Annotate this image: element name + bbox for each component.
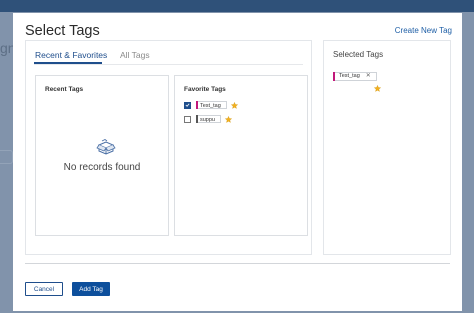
empty-box-icon [96,139,116,155]
tag-color-stripe [333,72,335,81]
tag-browser-panel: Recent & Favorites All Tags Recent Tags … [25,40,312,255]
star-icon[interactable] [225,115,232,123]
select-tags-modal: Select Tags Create New Tag Recent & Favo… [13,13,462,311]
add-tag-button[interactable]: Add Tag [72,282,110,296]
check-icon [185,103,190,107]
tag-checkbox[interactable] [184,101,191,109]
cancel-button[interactable]: Cancel [25,282,63,296]
favorite-tags-title: Favorite Tags [184,86,226,93]
remove-tag-icon[interactable]: ✕ [366,72,371,81]
tag-label: suppu [200,117,215,123]
tag-label: Test_tag [200,103,221,109]
tag-chip: Test_tag [196,101,227,109]
empty-state-text: No records found [63,162,141,173]
star-icon[interactable] [230,101,238,109]
background-control-fragment [0,150,13,164]
favorite-tag-row[interactable]: Test_tag [184,100,238,110]
modal-title: Select Tags [25,23,100,39]
star-icon[interactable] [374,85,381,92]
selected-tag-chip: Test_tag ✕ [333,72,377,81]
tab-recent-favorites[interactable]: Recent & Favorites [35,50,107,60]
favorite-tag-row[interactable]: suppu [184,114,232,124]
tag-color-stripe [196,101,198,109]
background-header-bar [0,0,474,12]
selected-tags-panel: Selected Tags Test_tag ✕ [323,40,451,255]
selected-tags-title: Selected Tags [333,50,384,59]
selected-tag-label: Test_tag [339,73,360,79]
tab-all-tags[interactable]: All Tags [120,50,150,60]
tag-tabs: Recent & Favorites All Tags [26,41,311,65]
favorite-tags-box: Favorite Tags Test_tag suppu [174,75,308,236]
footer-divider [25,263,450,264]
create-new-tag-link[interactable]: Create New Tag [395,26,452,35]
tag-color-stripe [196,115,198,123]
tag-checkbox[interactable] [184,115,191,123]
recent-tags-box: Recent Tags No records found [35,75,169,236]
tag-chip: suppu [196,115,221,123]
tabs-divider [34,64,303,65]
recent-tags-title: Recent Tags [45,86,84,93]
